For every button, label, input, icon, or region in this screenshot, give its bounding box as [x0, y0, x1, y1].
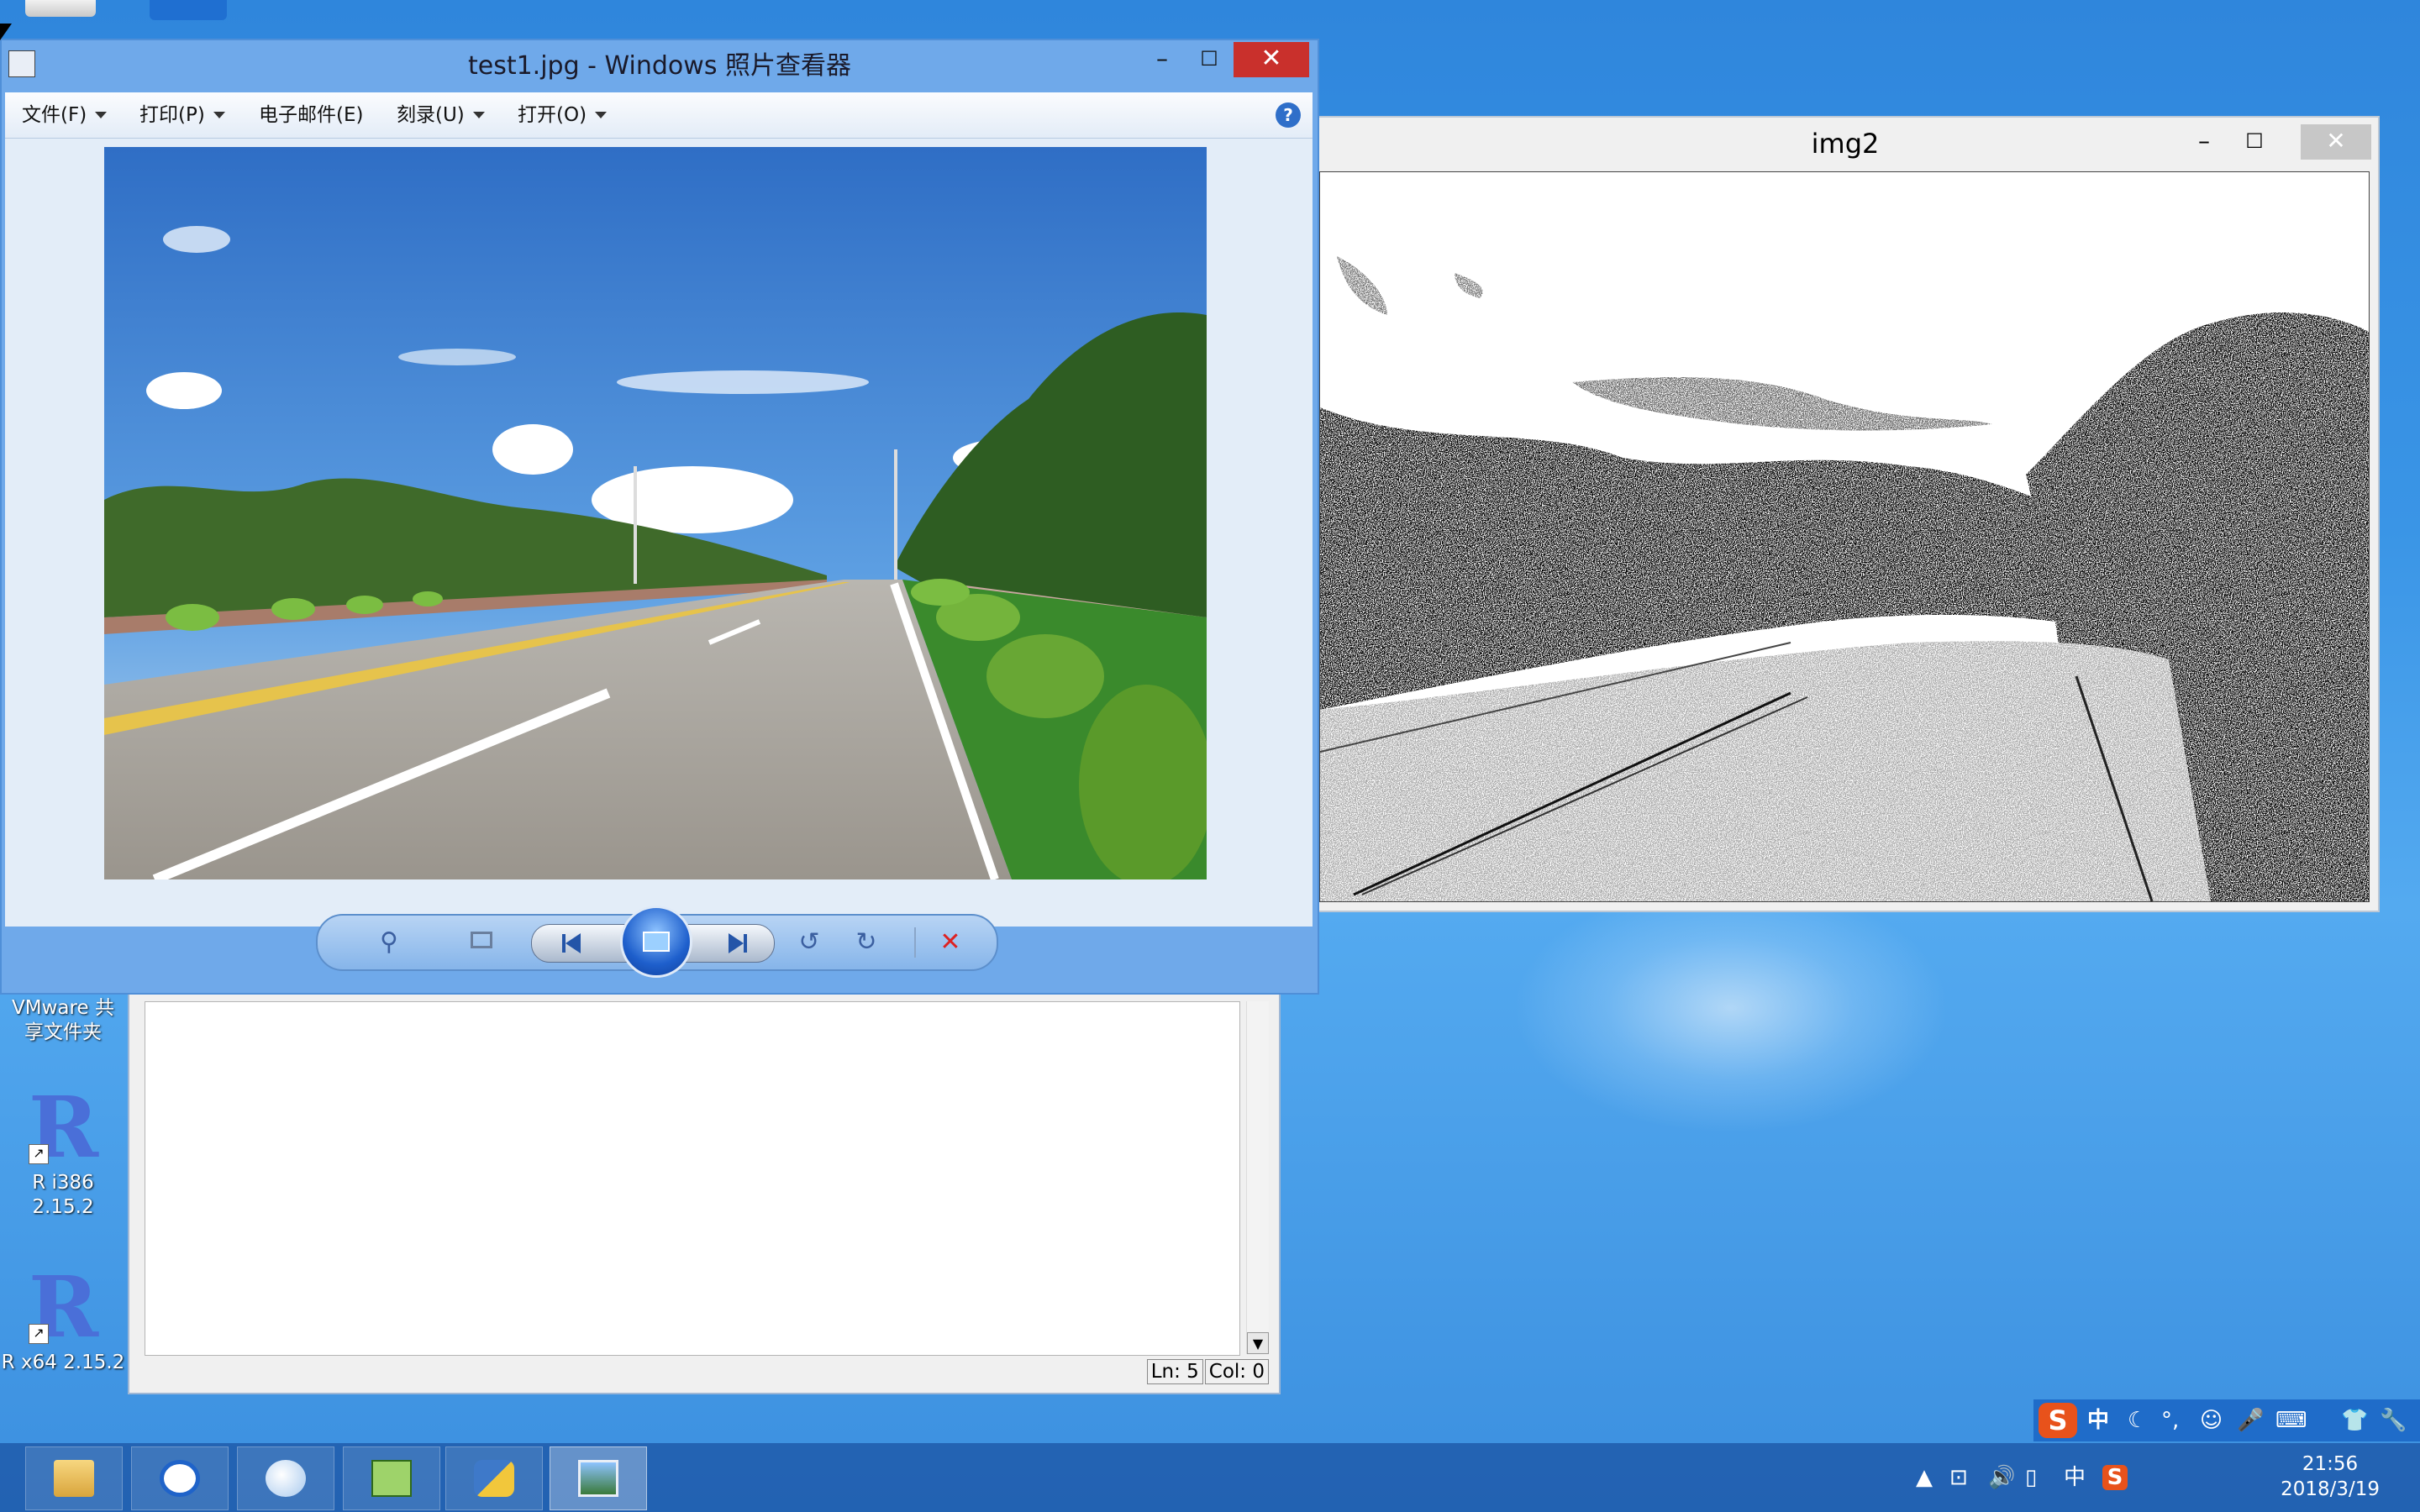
- menu-bar: 文件(F) 打印(P) 电子邮件(E) 刻录(U) 打开(O) ?: [5, 92, 1313, 139]
- sogou-browser-icon: [160, 1460, 200, 1497]
- edge-detection-image: [1319, 171, 2370, 902]
- image-view-area: [5, 139, 1313, 927]
- menu-burn[interactable]: 刻录(U): [397, 92, 485, 138]
- menu-file[interactable]: 文件(F): [22, 92, 108, 138]
- taskbar-python[interactable]: [445, 1446, 543, 1510]
- desktop-icon-label: R i386 2.15.2: [32, 1172, 94, 1218]
- zoom-icon[interactable]: ⚲: [360, 922, 418, 963]
- chevron-down-icon: [213, 112, 225, 118]
- menu-label: 电子邮件(E): [259, 104, 364, 126]
- clock[interactable]: 21:56 2018/3/19: [2281, 1452, 2380, 1502]
- minimize-button[interactable]: –: [1138, 42, 1186, 77]
- network-icon[interactable]: ⊡: [1949, 1465, 1968, 1490]
- punctuation-icon[interactable]: °,: [2161, 1406, 2179, 1435]
- editor-text-area[interactable]: [145, 1001, 1240, 1356]
- menu-label: 打开(O): [518, 104, 587, 126]
- menu-label: 文件(F): [22, 104, 87, 126]
- status-column: Col: 0: [1204, 1359, 1269, 1384]
- emoji-icon[interactable]: ☺: [2200, 1406, 2223, 1435]
- minimize-button[interactable]: –: [2181, 124, 2227, 160]
- taskbar-photo-viewer[interactable]: [550, 1446, 647, 1510]
- edge-image-render: [1320, 172, 2369, 901]
- power-icon[interactable]: ▯: [2025, 1465, 2037, 1490]
- divider: [914, 927, 916, 958]
- menu-label: 刻录(U): [397, 104, 465, 126]
- r-logo-icon: R ↗: [29, 1078, 99, 1177]
- previous-icon[interactable]: [546, 922, 597, 963]
- menu-email[interactable]: 电子邮件(E): [259, 92, 363, 138]
- clock-date: 2018/3/19: [2281, 1478, 2380, 1500]
- close-button[interactable]: ✕: [2301, 124, 2371, 160]
- desktop-icon-label: VMware 共享文件夹: [12, 997, 114, 1043]
- mouse-cursor-icon: [0, 24, 12, 40]
- taskbar-sogou-browser[interactable]: [131, 1446, 229, 1510]
- menu-open[interactable]: 打开(O): [518, 92, 608, 138]
- desktop-icon-partial-1[interactable]: [25, 0, 96, 17]
- maximize-button[interactable]: ☐: [1185, 42, 1234, 77]
- keyboard-icon[interactable]: ⌨: [2275, 1406, 2307, 1435]
- r-logo-icon: R ↗: [29, 1257, 99, 1357]
- quill-icon: [266, 1460, 306, 1497]
- desktop-icon-partial-2[interactable]: [150, 0, 227, 20]
- clock-time: 21:56: [2302, 1453, 2359, 1475]
- editor-window: ▼ Ln: 5 Col: 0: [128, 991, 1281, 1394]
- settings-wrench-icon[interactable]: 🔧: [2380, 1406, 2407, 1435]
- road-photo-render: [104, 147, 1207, 879]
- slideshow-icon[interactable]: [620, 906, 692, 978]
- photo-viewer-icon: [578, 1460, 618, 1497]
- desktop-icon-r-i386[interactable]: R ↗ R i386 2.15.2: [0, 1078, 126, 1220]
- microphone-icon[interactable]: 🎤: [2237, 1406, 2264, 1435]
- sogou-tray-icon[interactable]: S: [2102, 1465, 2128, 1490]
- taskbar-file-explorer[interactable]: [25, 1446, 123, 1510]
- ime-toolbar: S 中 ☾ °, ☺ 🎤 ⌨ 👕 🔧: [2033, 1399, 2420, 1441]
- road-photo: [104, 147, 1207, 879]
- chevron-down-icon: [472, 112, 485, 118]
- python-icon: [474, 1460, 514, 1497]
- status-line: Ln: 5: [1146, 1359, 1203, 1384]
- chevron-down-icon: [95, 112, 108, 118]
- moon-icon[interactable]: ☾: [2128, 1406, 2147, 1435]
- scroll-down-icon[interactable]: ▼: [1247, 1332, 1269, 1354]
- shortcut-arrow-icon: ↗: [29, 1324, 49, 1344]
- taskbar: ▲ ⊡ 🔊 ▯ 中 S 21:56 2018/3/19: [0, 1443, 2420, 1512]
- chevron-down-icon: [595, 112, 608, 118]
- maximize-button[interactable]: ☐: [2232, 124, 2277, 160]
- system-tray: ▲ ⊡ 🔊 ▯ 中 S 21:56 2018/3/19: [1916, 1443, 2420, 1512]
- photo-viewer-window: test1.jpg - Windows 照片查看器 – ☐ ✕ 文件(F) 打印…: [0, 39, 1319, 995]
- title-bar[interactable]: test1.jpg - Windows 照片查看器 – ☐ ✕: [2, 40, 1318, 92]
- ime-language-toggle[interactable]: 中: [2087, 1406, 2109, 1435]
- close-button[interactable]: ✕: [1234, 42, 1309, 77]
- help-icon[interactable]: ?: [1276, 102, 1301, 128]
- file-explorer-icon: [54, 1460, 94, 1497]
- skin-icon[interactable]: 👕: [2341, 1406, 2368, 1435]
- desktop-wallpaper-glow: [1512, 882, 1949, 1134]
- window-title: test1.jpg - Windows 照片查看器: [467, 51, 851, 81]
- sogou-logo-icon[interactable]: S: [2039, 1403, 2077, 1438]
- img2-window: img2 – ☐ ✕: [1311, 116, 2380, 912]
- viewer-controls: ⚲ ↺ ↻ ✕: [316, 906, 998, 978]
- rotate-cw-icon[interactable]: ↻: [845, 922, 887, 963]
- delete-icon[interactable]: ✕: [929, 922, 971, 963]
- editor-status-bar: Ln: 5 Col: 0: [1146, 1359, 1269, 1384]
- vertical-scrollbar[interactable]: ▼: [1246, 1001, 1269, 1354]
- desktop-icon-r-x64[interactable]: R ↗ R x64 2.15.2: [0, 1257, 126, 1375]
- notepad-plus-icon: [371, 1460, 412, 1497]
- chevron-up-icon[interactable]: ▲: [1916, 1465, 1933, 1490]
- menu-print[interactable]: 打印(P): [139, 92, 225, 138]
- taskbar-notepad-plus[interactable]: [343, 1446, 440, 1510]
- taskbar-quill-app[interactable]: [237, 1446, 334, 1510]
- menu-label: 打印(P): [139, 104, 205, 126]
- shortcut-arrow-icon: ↗: [29, 1144, 49, 1164]
- desktop-icon-vmware-shared[interactable]: VMware 共享文件夹: [0, 996, 126, 1045]
- slideshow-image-icon: [643, 932, 670, 952]
- rotate-ccw-icon[interactable]: ↺: [788, 922, 830, 963]
- fit-window-icon[interactable]: [460, 922, 502, 963]
- input-language-indicator[interactable]: 中: [2064, 1465, 2086, 1490]
- volume-icon[interactable]: 🔊: [1988, 1465, 2015, 1490]
- next-icon[interactable]: [713, 922, 763, 963]
